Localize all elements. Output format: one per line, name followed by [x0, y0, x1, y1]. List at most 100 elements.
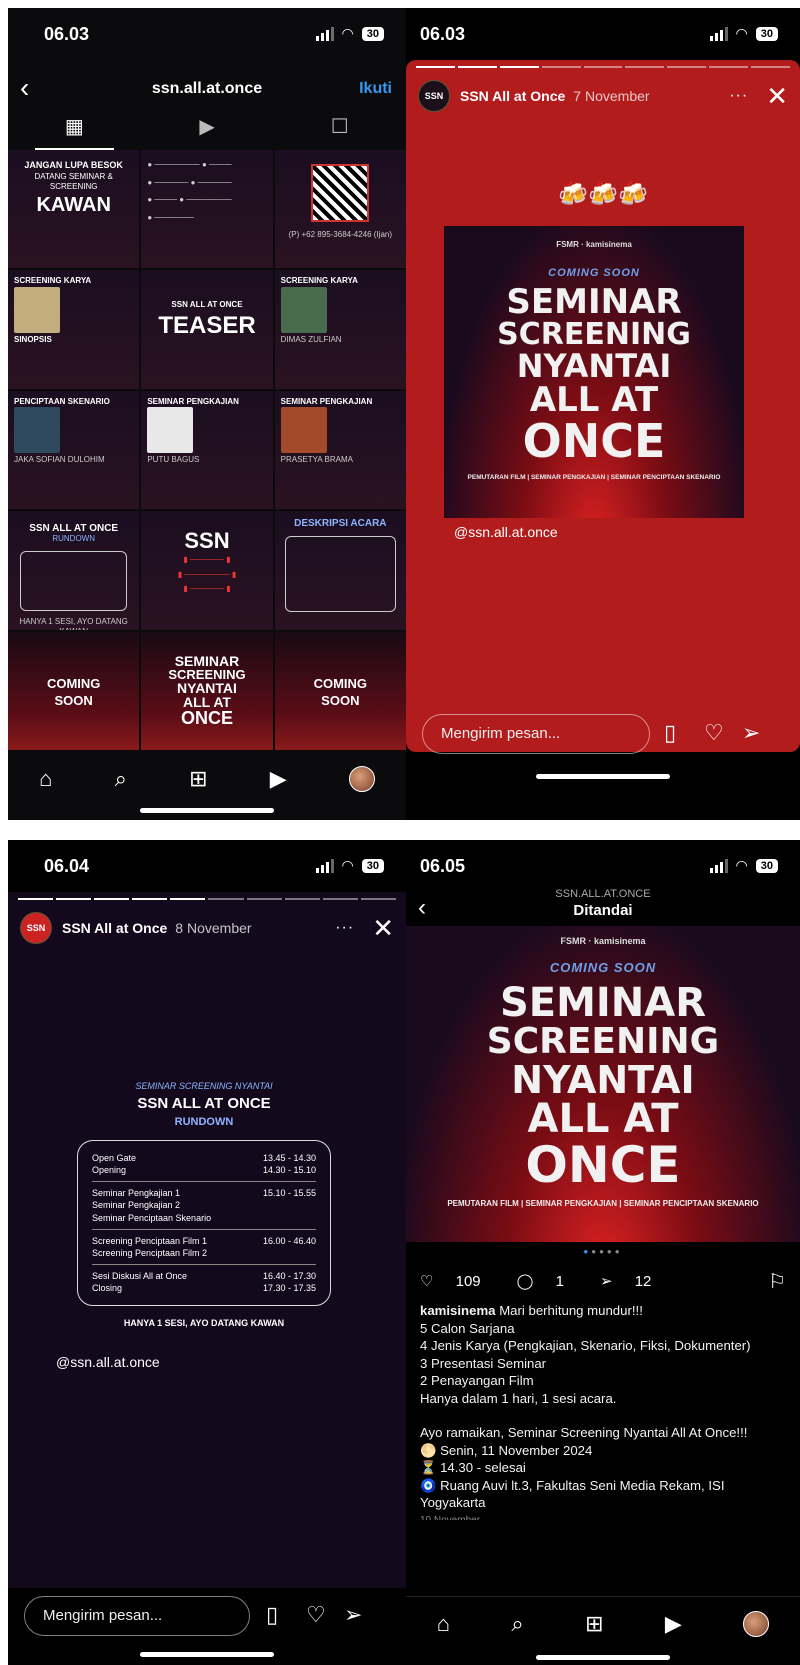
schedule-row: Seminar Pengkajian 1 Seminar Pengkajian … — [92, 1182, 316, 1230]
schedule-time: 15.10 - 15.55 — [262, 1188, 316, 1199]
grid-post[interactable]: SEMINAR PENGKAJIAN PRASETYA BRAMA — [274, 390, 406, 510]
grid-post[interactable]: SEMINAR PENGKAJIAN PUTU BAGUS — [141, 390, 273, 510]
search-icon[interactable]: ⌕ — [115, 766, 127, 792]
create-icon[interactable]: ⊞ — [585, 1611, 603, 1637]
caption-line: Hanya dalam 1 hari, 1 sesi acara. — [420, 1390, 617, 1406]
reels-icon[interactable]: ▶ — [665, 1611, 682, 1637]
grid-post[interactable]: SCREENING KARYA SINOPSIS — [8, 270, 140, 389]
tagged-post-screen: 06.05 ◠ 30 ‹ SSN.ALL.AT.ONCE Ditandai FS… — [406, 840, 800, 1665]
bottom-nav: ⌂ ⌕ ⊞ ▶ — [406, 1596, 800, 1650]
caption-line: 5 Calon Sarjana — [420, 1320, 515, 1336]
grid-tab-icon[interactable]: ▦ — [8, 114, 141, 150]
post-text: PRASETYA BRAMA — [280, 455, 353, 465]
grid-post[interactable]: SSN ALL AT ONCE RUNDOWN HANYA 1 SESI, AY… — [8, 511, 140, 630]
account-avatar[interactable]: SSN — [418, 80, 450, 112]
story-mention[interactable]: @ssn.all.at.once — [454, 524, 558, 540]
stickers-icon[interactable]: ▯ — [266, 1602, 278, 1628]
grid-post[interactable]: JANGAN LUPA BESOK DATANG SEMINAR & SCREE… — [8, 150, 140, 269]
message-input[interactable]: Mengirim pesan... — [422, 714, 650, 754]
share-button[interactable]: ➢ 12 — [600, 1272, 669, 1290]
more-options-icon[interactable]: ··· — [335, 919, 354, 937]
battery-indicator: 30 — [361, 26, 384, 41]
send-icon[interactable]: ➢ — [742, 720, 760, 746]
rundown-schedule: Open Gate Opening 13.45 - 14.30 14.30 - … — [77, 1140, 331, 1307]
schedule-time: 16.40 - 17.30 17.30 - 17.35 — [262, 1270, 316, 1294]
post-title: SCREENING — [168, 666, 246, 682]
grid-post[interactable]: SSN ALL AT ONCE TEASER — [141, 270, 273, 389]
comment-button[interactable]: ◯ 1 — [517, 1272, 582, 1290]
story-account-name[interactable]: SSN All at Once — [62, 920, 167, 936]
story-date: 8 November — [175, 920, 252, 936]
post-title: SSN — [184, 528, 230, 554]
caption-username[interactable]: kamisinema — [420, 1303, 496, 1318]
poster-coming-soon: COMING SOON — [549, 960, 657, 975]
poster-subtitle: PEMUTARAN FILM | SEMINAR PENGKAJIAN | SE… — [447, 1199, 759, 1209]
reels-icon[interactable]: ▶ — [270, 766, 287, 792]
status-bar: 06.03 ◠ 30 — [406, 8, 800, 58]
avatar[interactable] — [743, 1610, 770, 1637]
signal-icon — [315, 858, 334, 873]
follow-button[interactable]: Ikuti — [359, 80, 392, 98]
post-text: RUNDOWN — [52, 534, 95, 544]
stickers-icon[interactable]: ▯ — [664, 720, 676, 746]
post-label: SEMINAR PENGKAJIAN — [280, 396, 373, 406]
story-header: SSN SSN All at Once 8 November ··· ✕ — [20, 910, 394, 946]
send-icon[interactable]: ➢ — [344, 1602, 362, 1628]
event-poster[interactable]: FSMR · kamisinema COMING SOON SEMINAR SC… — [406, 926, 800, 1242]
search-icon[interactable]: ⌕ — [511, 1611, 523, 1637]
like-button[interactable]: ♡ 109 — [420, 1272, 499, 1290]
post-text: JAKA SOFIAN DULOHIM — [14, 455, 105, 465]
home-indicator — [536, 1655, 670, 1660]
grid-post[interactable]: (P) +62 895-3684-4246 (Ijan) — [274, 150, 406, 269]
heart-icon[interactable]: ♡ — [306, 1602, 326, 1628]
poster-coming-soon: COMING SOON — [548, 267, 640, 279]
battery-indicator: 30 — [361, 858, 384, 873]
avatar[interactable] — [348, 766, 375, 792]
grid-post[interactable]: SCREENING KARYA DIMAS ZULFIAN — [274, 270, 406, 389]
home-icon[interactable]: ⌂ — [437, 1611, 450, 1637]
message-input[interactable]: Mengirim pesan... — [24, 1596, 250, 1636]
grid-post[interactable]: COMING SOON — [8, 631, 140, 750]
home-icon[interactable]: ⌂ — [39, 766, 52, 792]
status-time: 06.03 — [420, 24, 466, 44]
caption-line: 🌕 Senin, 11 November 2024 — [420, 1442, 593, 1458]
story-emoji: 🍻🍻🍻 — [558, 181, 648, 208]
create-icon[interactable]: ⊞ — [189, 766, 207, 792]
close-icon[interactable]: ✕ — [766, 81, 788, 112]
grid-post[interactable]: DESKRIPSI ACARA — [274, 511, 406, 630]
reels-tab-icon[interactable]: ▶ — [141, 114, 274, 150]
bookmark-icon[interactable]: ⚐ — [768, 1269, 786, 1294]
post-text: PUTU BAGUS — [147, 455, 200, 465]
account-avatar[interactable]: SSN — [20, 912, 52, 944]
schedule-time: 16.00 - 46.40 — [262, 1235, 316, 1246]
battery-indicator: 30 — [755, 26, 778, 41]
post-title: COMING — [313, 675, 368, 691]
like-count: 109 — [455, 1273, 481, 1290]
story-date: 7 November — [573, 88, 650, 104]
grid-post[interactable]: SEMINAR SCREENING NYANTAI ALL AT ONCE — [141, 631, 273, 750]
story-mention[interactable]: @ssn.all.at.once — [56, 1354, 160, 1370]
more-options-icon[interactable]: ··· — [729, 87, 748, 105]
post-thumbnail — [14, 407, 60, 454]
signal-icon — [315, 26, 334, 41]
grid-post[interactable]: SSN ▮ ────── ▮ ▮ ──────── ▮ ▮ ────── ▮ — [141, 511, 273, 630]
caption-line: 🧿 Ruang Auvi lt.3, Fakultas Seni Media R… — [420, 1477, 725, 1493]
schedule-activity: Open Gate Opening — [92, 1153, 137, 1176]
rundown-card: SEMINAR SCREENING NYANTAI SSN ALL AT ONC… — [44, 1057, 364, 1347]
story-account-name[interactable]: SSN All at Once — [460, 88, 565, 104]
caption-line: 3 Presentasi Seminar — [420, 1355, 547, 1371]
tagged-tab-icon[interactable]: ☐ — [273, 114, 406, 150]
caption-line: ⏳ 14.30 - selesai — [420, 1460, 526, 1475]
grid-post[interactable]: PENCIPTAAN SKENARIO JAKA SOFIAN DULOHIM — [8, 390, 140, 510]
rundown-kicker: SEMINAR SCREENING NYANTAI — [135, 1081, 273, 1091]
rundown-heading: RUNDOWN — [174, 1116, 234, 1128]
close-icon[interactable]: ✕ — [372, 913, 394, 944]
post-actions: ♡ 109 ◯ 1 ➢ 12 ⚐ — [420, 1268, 786, 1294]
post-text: HANYA 1 SESI, AYO DATANG KAWAN — [19, 616, 128, 630]
heart-icon[interactable]: ♡ — [704, 720, 724, 746]
grid-post[interactable]: ● ──────── ● ──── ● ────── ● ────── ● ────… — [141, 150, 273, 269]
caption-line: 4 Jenis Karya (Pengkajian, Skenario, Fik… — [420, 1338, 751, 1353]
post-title: ALL AT — [183, 693, 231, 710]
event-poster: FSMR · kamisinema COMING SOON SEMINAR SC… — [444, 226, 744, 518]
grid-post[interactable]: COMING SOON — [274, 631, 406, 750]
